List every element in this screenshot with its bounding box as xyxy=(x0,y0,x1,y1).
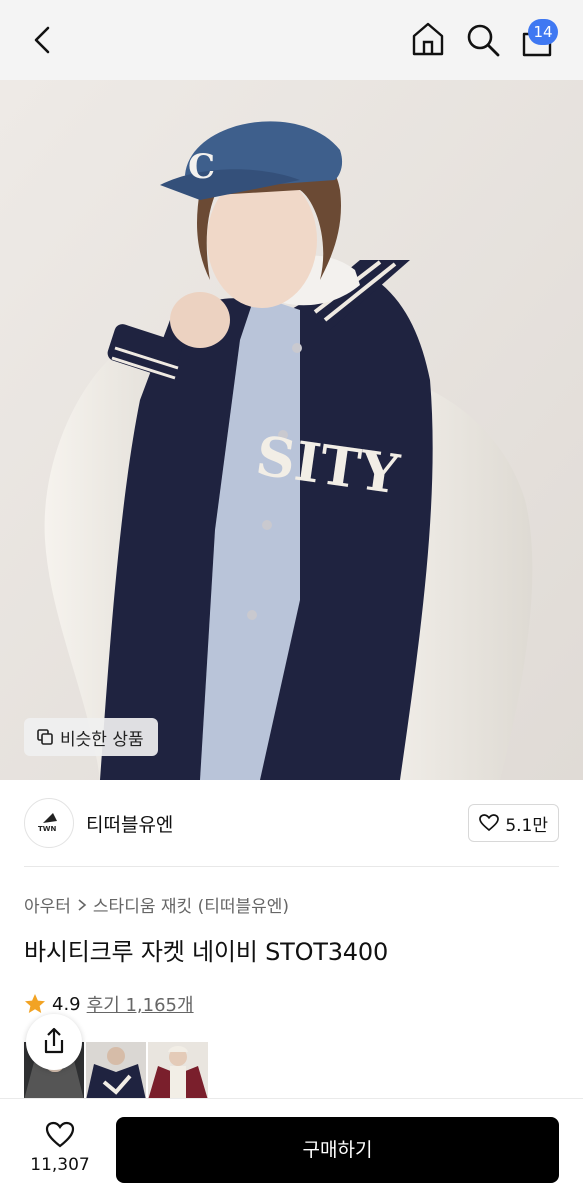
cap-logo: C xyxy=(188,147,215,187)
cart-count-badge: 14 xyxy=(528,19,558,45)
similar-products-label: 비슷한 상품 xyxy=(60,729,144,750)
brand-row: TWN 티떠블유엔 5.1만 xyxy=(24,798,559,848)
heart-icon xyxy=(479,814,500,832)
home-icon[interactable] xyxy=(410,20,446,58)
brand-like-count: 5.1만 xyxy=(505,815,548,836)
chevron-right-icon xyxy=(78,898,87,911)
divider xyxy=(24,866,559,867)
thumbnail[interactable] xyxy=(86,1042,146,1100)
brand-like-button[interactable]: 5.1만 xyxy=(468,804,559,842)
bottom-action-bar: 11,307 구매하기 xyxy=(0,1098,583,1201)
brand-logo-text: TWN xyxy=(38,825,56,833)
back-icon[interactable] xyxy=(28,24,58,56)
star-icon xyxy=(25,994,45,1013)
heart-icon xyxy=(45,1121,75,1148)
search-icon[interactable] xyxy=(465,22,501,58)
share-icon xyxy=(44,1027,64,1054)
product-image[interactable]: SITY C 비슷한 상품 xyxy=(0,80,583,780)
breadcrumb-category[interactable]: 아우터 xyxy=(24,892,71,917)
product-title: 바시티크루 자켓 네이비 STOT3400 xyxy=(24,938,389,966)
brand-logo-mark: TWN xyxy=(38,813,57,833)
brand-name[interactable]: 티떠블유엔 xyxy=(86,810,173,837)
breadcrumb-subcategory[interactable]: 스타디움 재킷 (티떠블유엔) xyxy=(93,892,289,917)
share-button[interactable] xyxy=(26,1014,82,1070)
product-photo-illustration: SITY C xyxy=(0,80,583,780)
rating-value: 4.9 xyxy=(52,993,81,1015)
thumbnail[interactable] xyxy=(148,1042,208,1100)
copy-icon xyxy=(37,729,53,745)
review-count-link[interactable]: 후기 1,165개 xyxy=(87,991,194,1017)
brand-logo[interactable]: TWN xyxy=(24,798,74,848)
wishlist-button[interactable]: 11,307 xyxy=(20,1117,100,1181)
breadcrumb: 아우터 스타디움 재킷 (티떠블유엔) xyxy=(24,892,289,917)
top-navigation-bar: 14 xyxy=(0,0,583,80)
buy-button[interactable]: 구매하기 xyxy=(116,1117,559,1183)
wishlist-count: 11,307 xyxy=(30,1155,90,1175)
similar-products-button[interactable]: 비슷한 상품 xyxy=(24,718,158,756)
